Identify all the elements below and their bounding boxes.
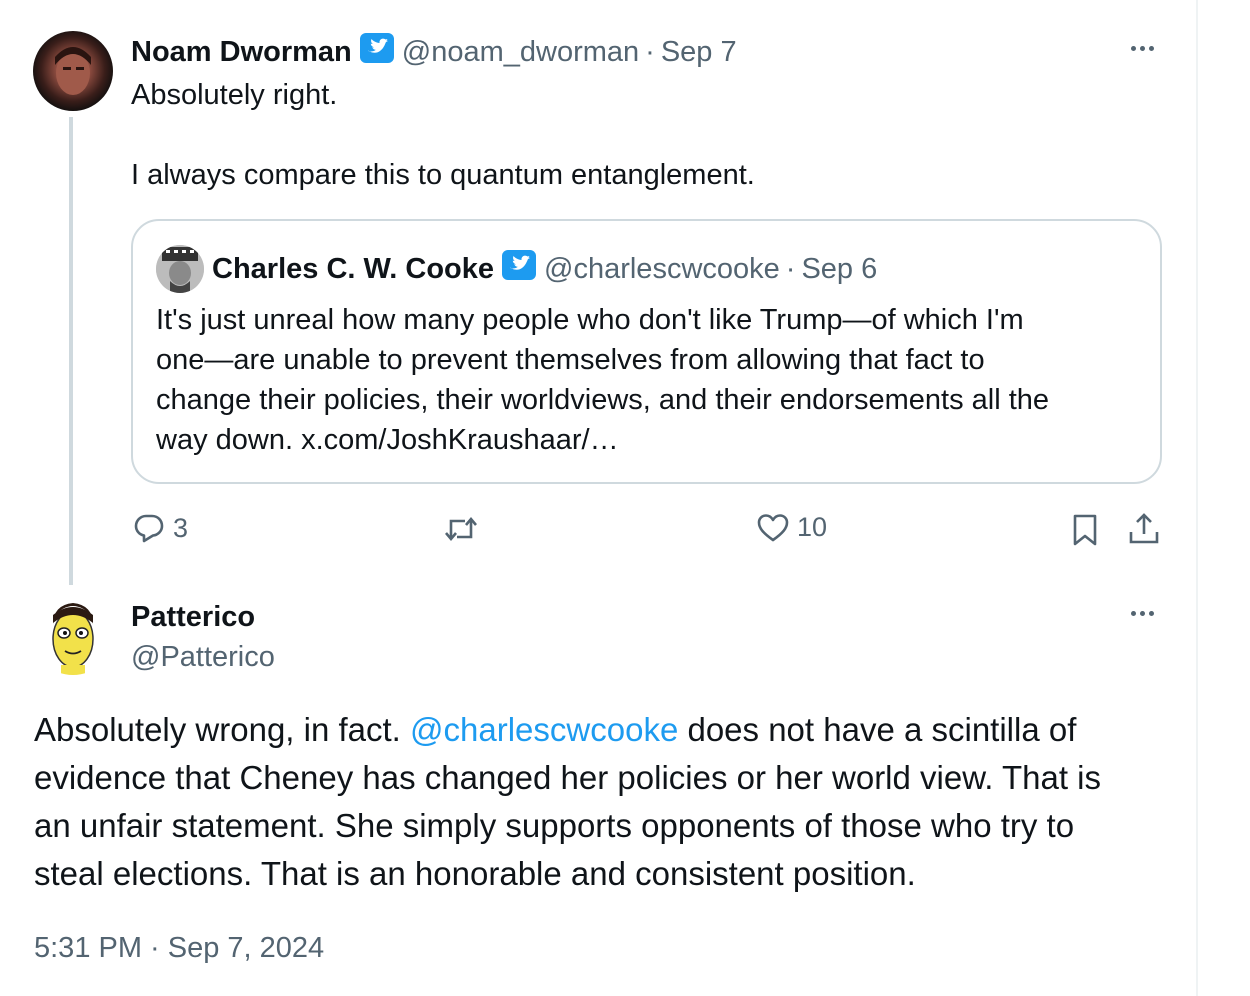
page-divider xyxy=(1196,0,1198,996)
quoted-text-line-2: one—are unable to prevent themselves fro… xyxy=(156,344,985,376)
bookmark-button[interactable] xyxy=(1072,514,1098,546)
tweet-date[interactable]: Sep 7 xyxy=(661,36,737,69)
share-icon xyxy=(1129,513,1159,544)
quoted-text-line-4: way down. x.com/JoshKraushaar/… xyxy=(156,424,619,456)
mention-link[interactable]: @charlescwcooke xyxy=(410,711,678,748)
like-button[interactable]: 10 xyxy=(757,512,827,543)
avatar-patterico[interactable] xyxy=(33,595,113,675)
avatar-charles-cooke[interactable] xyxy=(156,245,204,293)
reply-icon xyxy=(134,514,164,543)
bookmark-icon xyxy=(1073,514,1097,546)
author-name[interactable]: Patterico xyxy=(131,601,255,634)
dot-separator: · xyxy=(645,35,655,68)
tweet2-text-prefix: Absolutely wrong, in fact. xyxy=(34,711,411,748)
tweet2-text-line-4: steal elections. That is an honorable an… xyxy=(34,855,916,892)
tweet2-text-line-1: Absolutely wrong, in fact. @charlescwcoo… xyxy=(34,706,1076,754)
quoted-author-handle[interactable]: @charlescwcooke xyxy=(544,253,780,286)
reply-count: 3 xyxy=(173,512,189,543)
quoted-tweet-header: Charles C. W. Cooke @charlescwcooke · Se… xyxy=(212,249,877,289)
retweet-icon xyxy=(445,516,477,542)
more-options-icon[interactable] xyxy=(1131,611,1154,616)
author-handle[interactable]: @Patterico xyxy=(131,641,275,674)
quoted-author-name[interactable]: Charles C. W. Cooke xyxy=(212,253,494,286)
reply-button[interactable]: 3 xyxy=(133,512,188,544)
tweet2-timestamp[interactable]: 5:31 PM · Sep 7, 2024 xyxy=(34,928,324,968)
tweet1-text-line2: I always compare this to quantum entangl… xyxy=(131,159,755,191)
avatar-noam-dworman[interactable] xyxy=(33,31,113,111)
tweet2-text-line-2: evidence that Cheney has changed her pol… xyxy=(34,759,1102,796)
more-options-icon[interactable] xyxy=(1131,46,1154,51)
tweet2-text-line-3: an unfair statement. She simply supports… xyxy=(34,807,1075,844)
tweet2-text-line1-rest: does not have a scintilla of xyxy=(678,711,1077,748)
dot-separator: · xyxy=(785,252,796,285)
quoted-tweet-date[interactable]: Sep 6 xyxy=(801,253,877,286)
author-handle[interactable]: @noam_dworman xyxy=(402,36,639,69)
retweet-button[interactable] xyxy=(443,514,479,544)
tweet1-action-bar: 3 10 xyxy=(0,510,1196,554)
share-button[interactable] xyxy=(1128,512,1160,546)
verified-badge-icon xyxy=(359,33,394,71)
tweet1-text-line1: Absolutely right. xyxy=(131,79,338,111)
like-count: 10 xyxy=(797,512,828,542)
tweet2-author-name-row: Patterico xyxy=(131,597,255,637)
tweet2-author-handle-row: @Patterico xyxy=(131,637,275,677)
like-icon xyxy=(757,513,789,541)
author-name[interactable]: Noam Dworman xyxy=(131,36,352,69)
quoted-text-line-3: change their policies, their worldviews,… xyxy=(156,384,1050,416)
quoted-text-line-1: It's just unreal how many people who don… xyxy=(156,304,1024,336)
verified-badge-icon xyxy=(502,250,537,288)
tweet1-header: Noam Dworman @noam_dworman · Sep 7 xyxy=(131,32,737,72)
